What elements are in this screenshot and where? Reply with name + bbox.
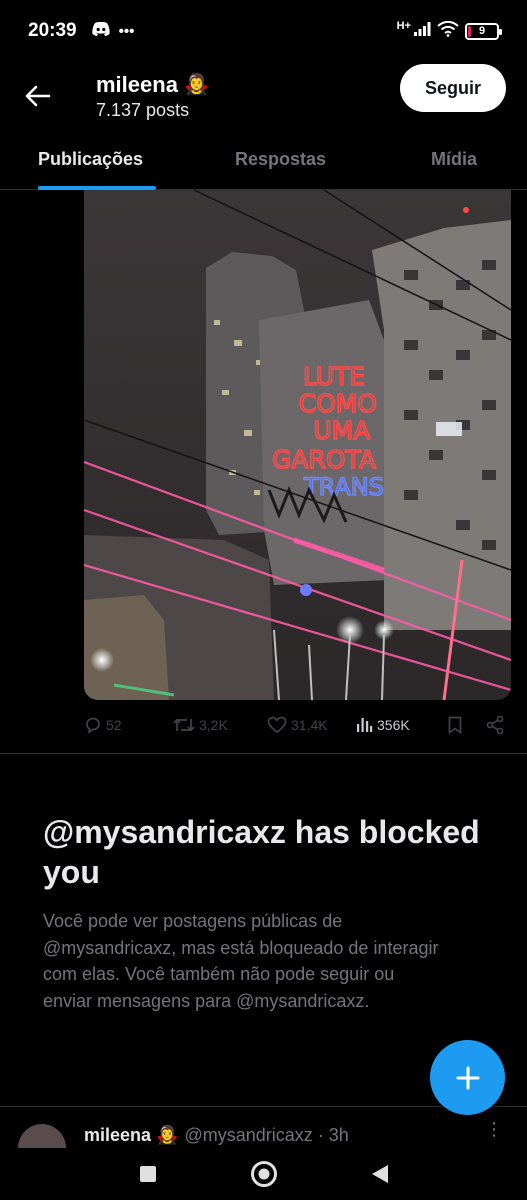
projection-line-4: GAROTA bbox=[272, 445, 376, 474]
square-icon bbox=[139, 1166, 156, 1182]
share-button[interactable] bbox=[485, 715, 505, 735]
circle-icon bbox=[250, 1161, 277, 1187]
plus-icon bbox=[456, 1066, 479, 1089]
profile-header: mileena 🧛‍♀️ 7.137 posts Seguir bbox=[0, 62, 527, 130]
discord-icon bbox=[91, 21, 111, 41]
signal-icon bbox=[413, 21, 431, 42]
tab-publicacoes[interactable]: Publicações bbox=[0, 130, 195, 190]
share-icon bbox=[486, 715, 504, 735]
home-button[interactable] bbox=[250, 1160, 278, 1188]
back-button[interactable] bbox=[18, 76, 58, 116]
compose-button[interactable] bbox=[430, 1040, 505, 1115]
projection-line-5: TRANS bbox=[303, 473, 384, 501]
post-image[interactable]: LUTE COMO UMA GAROTA TRANS bbox=[84, 190, 511, 700]
vampire-emoji: 🧛‍♀️ bbox=[183, 74, 209, 96]
tab-midia[interactable]: Mídia bbox=[375, 130, 527, 189]
post-actions: 52 3,2K 31,4K 356K bbox=[84, 708, 514, 742]
next-post-author: mileena 🧛‍♀️ @mysandricaxz · 3h bbox=[84, 1125, 349, 1145]
recents-button[interactable] bbox=[134, 1160, 162, 1188]
battery-icon: 9 bbox=[465, 22, 502, 40]
reply-button[interactable]: 52 bbox=[84, 716, 173, 734]
next-post-preview[interactable]: mileena 🧛‍♀️ @mysandricaxz · 3h ⋮ bbox=[0, 1106, 527, 1148]
avatar[interactable] bbox=[18, 1124, 66, 1148]
projection-line-1: LUTE bbox=[303, 362, 365, 391]
battery-level: 9 bbox=[478, 25, 486, 37]
like-button[interactable]: 31,4K bbox=[267, 716, 355, 734]
profile-name: mileena 🧛‍♀️ bbox=[96, 71, 209, 97]
reply-icon bbox=[86, 717, 100, 734]
heart-icon bbox=[267, 716, 287, 734]
views-count[interactable]: 356K bbox=[355, 716, 447, 734]
system-nav-bar bbox=[0, 1148, 527, 1200]
triangle-back-icon bbox=[371, 1165, 388, 1183]
status-time: 20:39 bbox=[28, 20, 77, 41]
bookmark-icon bbox=[448, 716, 462, 734]
network-type: H+ bbox=[396, 20, 411, 32]
more-options-icon[interactable]: ⋮ bbox=[485, 1119, 503, 1140]
projection-line-2: COMO bbox=[299, 389, 377, 418]
divider bbox=[0, 753, 527, 754]
city-night-photo: LUTE COMO UMA GAROTA TRANS bbox=[84, 190, 511, 700]
blocked-description: Você pode ver postagens públicas de @mys… bbox=[43, 911, 439, 1011]
status-bar: 20:39 ••• H+ 9 bbox=[0, 0, 527, 62]
wifi-icon bbox=[437, 20, 459, 42]
more-dots-icon: ••• bbox=[118, 22, 135, 40]
repost-button[interactable]: 3,2K bbox=[173, 716, 267, 734]
analytics-icon bbox=[357, 718, 373, 732]
post-count: 7.137 posts bbox=[96, 99, 190, 120]
follow-button[interactable]: Seguir bbox=[400, 64, 506, 112]
back-nav-button[interactable] bbox=[366, 1160, 394, 1188]
back-arrow-icon bbox=[25, 85, 51, 107]
profile-tabs: Publicações Respostas Mídia bbox=[0, 130, 527, 190]
repost-icon bbox=[173, 718, 195, 732]
tab-respostas[interactable]: Respostas bbox=[195, 130, 375, 189]
projection-line-3: UMA bbox=[314, 416, 371, 445]
bookmark-button[interactable] bbox=[447, 716, 485, 734]
blocked-title: @mysandricaxz has blocked you bbox=[43, 814, 480, 890]
